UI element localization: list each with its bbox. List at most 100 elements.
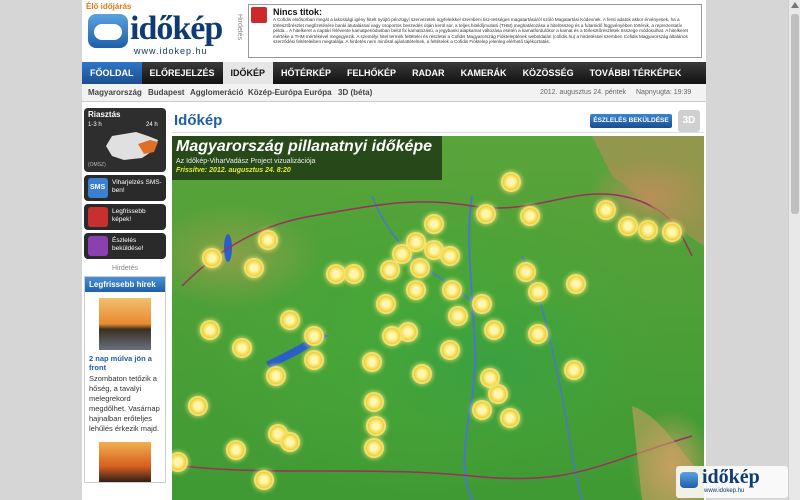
latest-photos-label: Legfrissebb képek!: [112, 208, 146, 223]
sun-icon[interactable]: [414, 366, 430, 382]
sun-icon[interactable]: [378, 296, 394, 312]
sun-icon[interactable]: [566, 362, 582, 378]
sun-icon[interactable]: [366, 440, 382, 456]
nav-item-elorejelzes[interactable]: ELŐREJELZÉS: [142, 62, 223, 84]
news-thumbnail-2[interactable]: [99, 442, 151, 482]
sun-icon[interactable]: [228, 442, 244, 458]
submit-report-button[interactable]: Észlelés beküldése!: [84, 233, 166, 259]
ad-logo-icon: [251, 7, 267, 23]
vertical-scrollbar[interactable]: [788, 0, 800, 500]
sun-icon[interactable]: [400, 324, 416, 340]
main-nav: FŐOLDAL ELŐREJELZÉS IDŐKÉP HŐTÉRKÉP FELH…: [82, 62, 706, 84]
sun-icon[interactable]: [426, 216, 442, 232]
nav-item-hoterkep[interactable]: HŐTÉRKÉP: [273, 62, 339, 84]
sun-icon[interactable]: [384, 328, 400, 344]
nav-item-tovabbi-terkepek[interactable]: TOVÁBBI TÉRKÉPEK: [582, 62, 690, 84]
sun-icon[interactable]: [442, 342, 458, 358]
sun-icon[interactable]: [502, 410, 518, 426]
sun-icon[interactable]: [282, 434, 298, 450]
sun-icon[interactable]: [234, 340, 250, 356]
sun-icon[interactable]: [282, 312, 298, 328]
sun-icon[interactable]: [503, 174, 519, 190]
sun-icon[interactable]: [364, 354, 380, 370]
map-title: Magyarország pillanatnyi időképe: [176, 138, 433, 155]
news-item-title[interactable]: 2 nap múlva jön a front: [85, 354, 165, 372]
sun-icon[interactable]: [442, 248, 458, 264]
subnav-item-magyarorszag[interactable]: Magyarország: [88, 88, 142, 97]
sun-icon[interactable]: [268, 368, 284, 384]
sidebar-ad-label: Hirdetés: [111, 265, 139, 272]
subnav-item-budapest[interactable]: Budapest: [148, 88, 184, 97]
current-date: 2012. augusztus 24. péntek: [540, 89, 627, 96]
nav-item-radar[interactable]: RADAR: [404, 62, 453, 84]
sun-icon[interactable]: [202, 322, 218, 338]
ad-banner[interactable]: Nincs titok: A Cofidis elsősorban megát …: [248, 4, 702, 58]
sun-icon[interactable]: [478, 206, 494, 222]
nav-item-fooldal[interactable]: FŐOLDAL: [82, 62, 142, 84]
sun-icon[interactable]: [412, 260, 428, 276]
sun-icon[interactable]: [256, 472, 272, 488]
site-logo[interactable]: Élő időjárás időkép www.idokep.hu: [86, 2, 246, 60]
sms-alert-label: Viharjelzés SMS-ben!: [112, 179, 162, 194]
corner-logo[interactable]: időkép www.idokep.hu: [676, 466, 788, 498]
map-subtitle: Az Időkép-ViharVadász Project vizualizác…: [176, 158, 316, 165]
sun-icon[interactable]: [474, 402, 490, 418]
sun-icon[interactable]: [204, 250, 220, 266]
hungary-alert-map-icon: [106, 132, 158, 160]
sun-icon[interactable]: [490, 386, 506, 402]
ad-title: Nincs titok:: [273, 7, 323, 17]
sun-icon[interactable]: [408, 234, 424, 250]
alert-map-widget[interactable]: Riasztás 1-3 h 24 h (OMSZ): [84, 108, 166, 172]
sun-icon[interactable]: [328, 266, 344, 282]
sms-alert-button[interactable]: SMS Viharjelzés SMS-ben!: [84, 175, 166, 201]
subnav-item-3d[interactable]: 3D (béta): [338, 88, 372, 97]
scrollbar-thumb[interactable]: [791, 14, 799, 214]
live-weather-badge: Élő időjárás: [86, 2, 132, 11]
map-title-box: Magyarország pillanatnyi időképe Az Idők…: [172, 136, 442, 180]
sun-icon[interactable]: [368, 418, 384, 434]
sun-icon[interactable]: [260, 232, 276, 248]
subnav-item-agglomeracio[interactable]: Agglomeráció: [190, 88, 243, 97]
nav-item-kamerak[interactable]: KAMERÁK: [453, 62, 515, 84]
sun-icon[interactable]: [640, 222, 656, 238]
submit-report-top-button[interactable]: ÉSZLELÉS BEKÜLDÉSE: [590, 114, 672, 128]
alert-source: (OMSZ): [88, 162, 106, 168]
sun-icon[interactable]: [366, 394, 382, 410]
camera-icon: [88, 207, 108, 227]
sun-icon[interactable]: [518, 264, 534, 280]
sun-icon[interactable]: [190, 398, 206, 414]
sun-icon[interactable]: [598, 202, 614, 218]
sun-icon[interactable]: [530, 326, 546, 342]
sun-icon[interactable]: [522, 208, 538, 224]
nav-item-idokep[interactable]: IDŐKÉP: [222, 62, 274, 84]
sun-icon[interactable]: [444, 282, 460, 298]
sun-icon[interactable]: [486, 322, 502, 338]
weather-map[interactable]: Magyarország pillanatnyi időképe Az Idők…: [172, 136, 704, 500]
sun-icon[interactable]: [620, 218, 636, 234]
nav-item-felhokep[interactable]: FELHŐKÉP: [339, 62, 404, 84]
nav-item-kozosseg[interactable]: KÖZÖSSÉG: [515, 62, 582, 84]
3d-view-button[interactable]: 3D: [678, 110, 700, 132]
sun-icon[interactable]: [306, 328, 322, 344]
news-thumbnail[interactable]: [99, 298, 151, 350]
scroll-up-arrow-icon[interactable]: [791, 2, 799, 8]
ad-label: Hirdetés: [236, 14, 243, 41]
sun-icon[interactable]: [306, 352, 322, 368]
news-box-title[interactable]: Legfrissebb hírek: [85, 277, 165, 292]
sun-icon[interactable]: [346, 266, 362, 282]
sun-icon[interactable]: [474, 296, 490, 312]
latest-photos-button[interactable]: Legfrissebb képek!: [84, 204, 166, 230]
sun-icon[interactable]: [246, 260, 262, 276]
sun-icon[interactable]: [394, 246, 410, 262]
subnav-item-europa[interactable]: Európa: [304, 88, 332, 97]
sun-icon[interactable]: [664, 224, 680, 240]
sun-icon[interactable]: [426, 242, 442, 258]
page-title: Időkép: [174, 112, 223, 129]
sun-icon[interactable]: [530, 284, 546, 300]
sun-icon[interactable]: [408, 282, 424, 298]
sun-icon[interactable]: [382, 262, 398, 278]
subnav-item-kozep-europa[interactable]: Közép-Európa: [248, 88, 302, 97]
sun-icon[interactable]: [450, 308, 466, 324]
sun-icon[interactable]: [482, 370, 498, 386]
sun-icon[interactable]: [568, 276, 584, 292]
